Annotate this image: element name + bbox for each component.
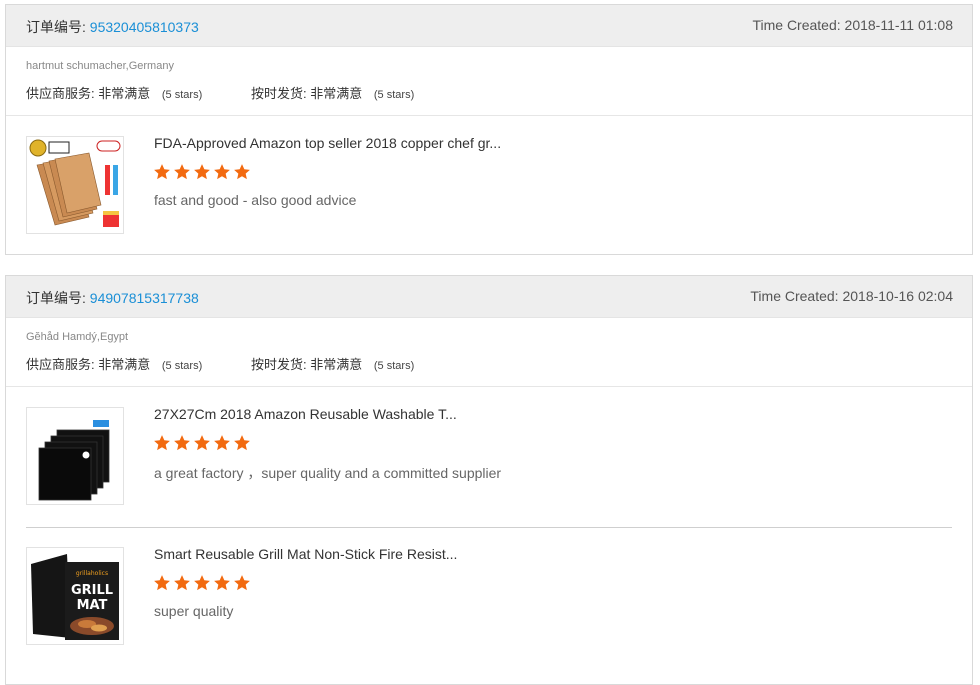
star-icon [194, 164, 210, 180]
star-icon [234, 435, 250, 451]
supplier-service-rating: 供应商服务: 非常满意 (5 stars) [26, 354, 202, 373]
copper-grill-mat-6pack-image [27, 137, 123, 233]
on-time-stars: (5 stars) [373, 89, 415, 101]
buyer-info: Gĕhåd Hamdý,Egypt 供应商服务: 非常满意 (5 stars) … [6, 318, 972, 387]
review-item: FDA-Approved Amazon top seller 2018 copp… [6, 116, 972, 256]
on-time-value: 非常满意 [310, 357, 363, 372]
star-icon [154, 575, 170, 591]
mat-text: MAT [77, 598, 108, 613]
on-time-label: 按时发货: [251, 357, 307, 372]
star-icon [214, 575, 230, 591]
buyer-info: hartmut schumacher,Germany 供应商服务: 非常满意 (… [6, 47, 972, 116]
star-icon [214, 435, 230, 451]
star-rating [153, 163, 251, 181]
on-time-label: 按时发货: [251, 86, 307, 101]
star-rating [153, 574, 251, 592]
order-card: 订单编号: 94907815317738 Time Created: 2018-… [5, 275, 973, 685]
review-item: 27X27Cm 2018 Amazon Reusable Washable T.… [6, 387, 972, 527]
supplier-service-stars: (5 stars) [161, 360, 203, 372]
supplier-service-rating: 供应商服务: 非常满意 (5 stars) [26, 83, 202, 102]
time-created: Time Created: 2018-10-16 02:04 [750, 288, 953, 304]
order-header: 订单编号: 95320405810373 Time Created: 2018-… [6, 5, 972, 47]
product-title[interactable]: FDA-Approved Amazon top seller 2018 copp… [154, 135, 501, 151]
order-card: 订单编号: 95320405810373 Time Created: 2018-… [5, 4, 973, 255]
review-item: grillaholics GRILL MAT Smart Reusable Gr… [6, 527, 972, 667]
on-time-value: 非常满意 [310, 86, 363, 101]
order-number-label: 订单编号: [26, 290, 86, 306]
brand-text: grillaholics [76, 570, 108, 577]
review-comment: a great factory ，super quality and a com… [154, 465, 502, 481]
buyer-name: hartmut schumacher,Germany [26, 60, 174, 72]
on-time-delivery-rating: 按时发货: 非常满意 (5 stars) [251, 354, 414, 373]
star-icon [174, 575, 190, 591]
supplier-service-label: 供应商服务: [26, 86, 95, 101]
grill-mat-box-image: grillaholics GRILL MAT [27, 548, 123, 644]
product-image[interactable]: grillaholics GRILL MAT [26, 547, 124, 645]
black-stove-liner-image [27, 408, 123, 504]
star-rating [153, 434, 251, 452]
product-title[interactable]: 27X27Cm 2018 Amazon Reusable Washable T.… [154, 406, 457, 422]
order-number: 订单编号: 95320405810373 [26, 17, 199, 37]
product-image[interactable] [26, 136, 124, 234]
supplier-service-stars: (5 stars) [161, 89, 203, 101]
product-title[interactable]: Smart Reusable Grill Mat Non-Stick Fire … [154, 546, 457, 562]
star-icon [154, 435, 170, 451]
star-icon [194, 435, 210, 451]
star-icon [154, 164, 170, 180]
star-icon [234, 164, 250, 180]
star-icon [234, 575, 250, 591]
review-comment: fast and good - also good advice [154, 192, 357, 208]
star-icon [194, 575, 210, 591]
on-time-delivery-rating: 按时发货: 非常满意 (5 stars) [251, 83, 414, 102]
grill-text: GRILL [71, 583, 113, 598]
supplier-service-value: 非常满意 [98, 86, 151, 101]
on-time-stars: (5 stars) [373, 360, 415, 372]
buyer-name: Gĕhåd Hamdý,Egypt [26, 331, 129, 343]
star-icon [214, 164, 230, 180]
review-comment: super quality [154, 603, 234, 619]
supplier-service-label: 供应商服务: [26, 357, 95, 372]
order-header: 订单编号: 94907815317738 Time Created: 2018-… [6, 276, 972, 318]
star-icon [174, 435, 190, 451]
order-number-link[interactable]: 94907815317738 [90, 290, 199, 306]
order-number-label: 订单编号: [26, 19, 86, 35]
product-image[interactable] [26, 407, 124, 505]
star-icon [174, 164, 190, 180]
order-number: 订单编号: 94907815317738 [26, 288, 199, 308]
supplier-service-value: 非常满意 [98, 357, 151, 372]
time-created: Time Created: 2018-11-11 01:08 [752, 17, 953, 33]
order-number-link[interactable]: 95320405810373 [90, 19, 199, 35]
